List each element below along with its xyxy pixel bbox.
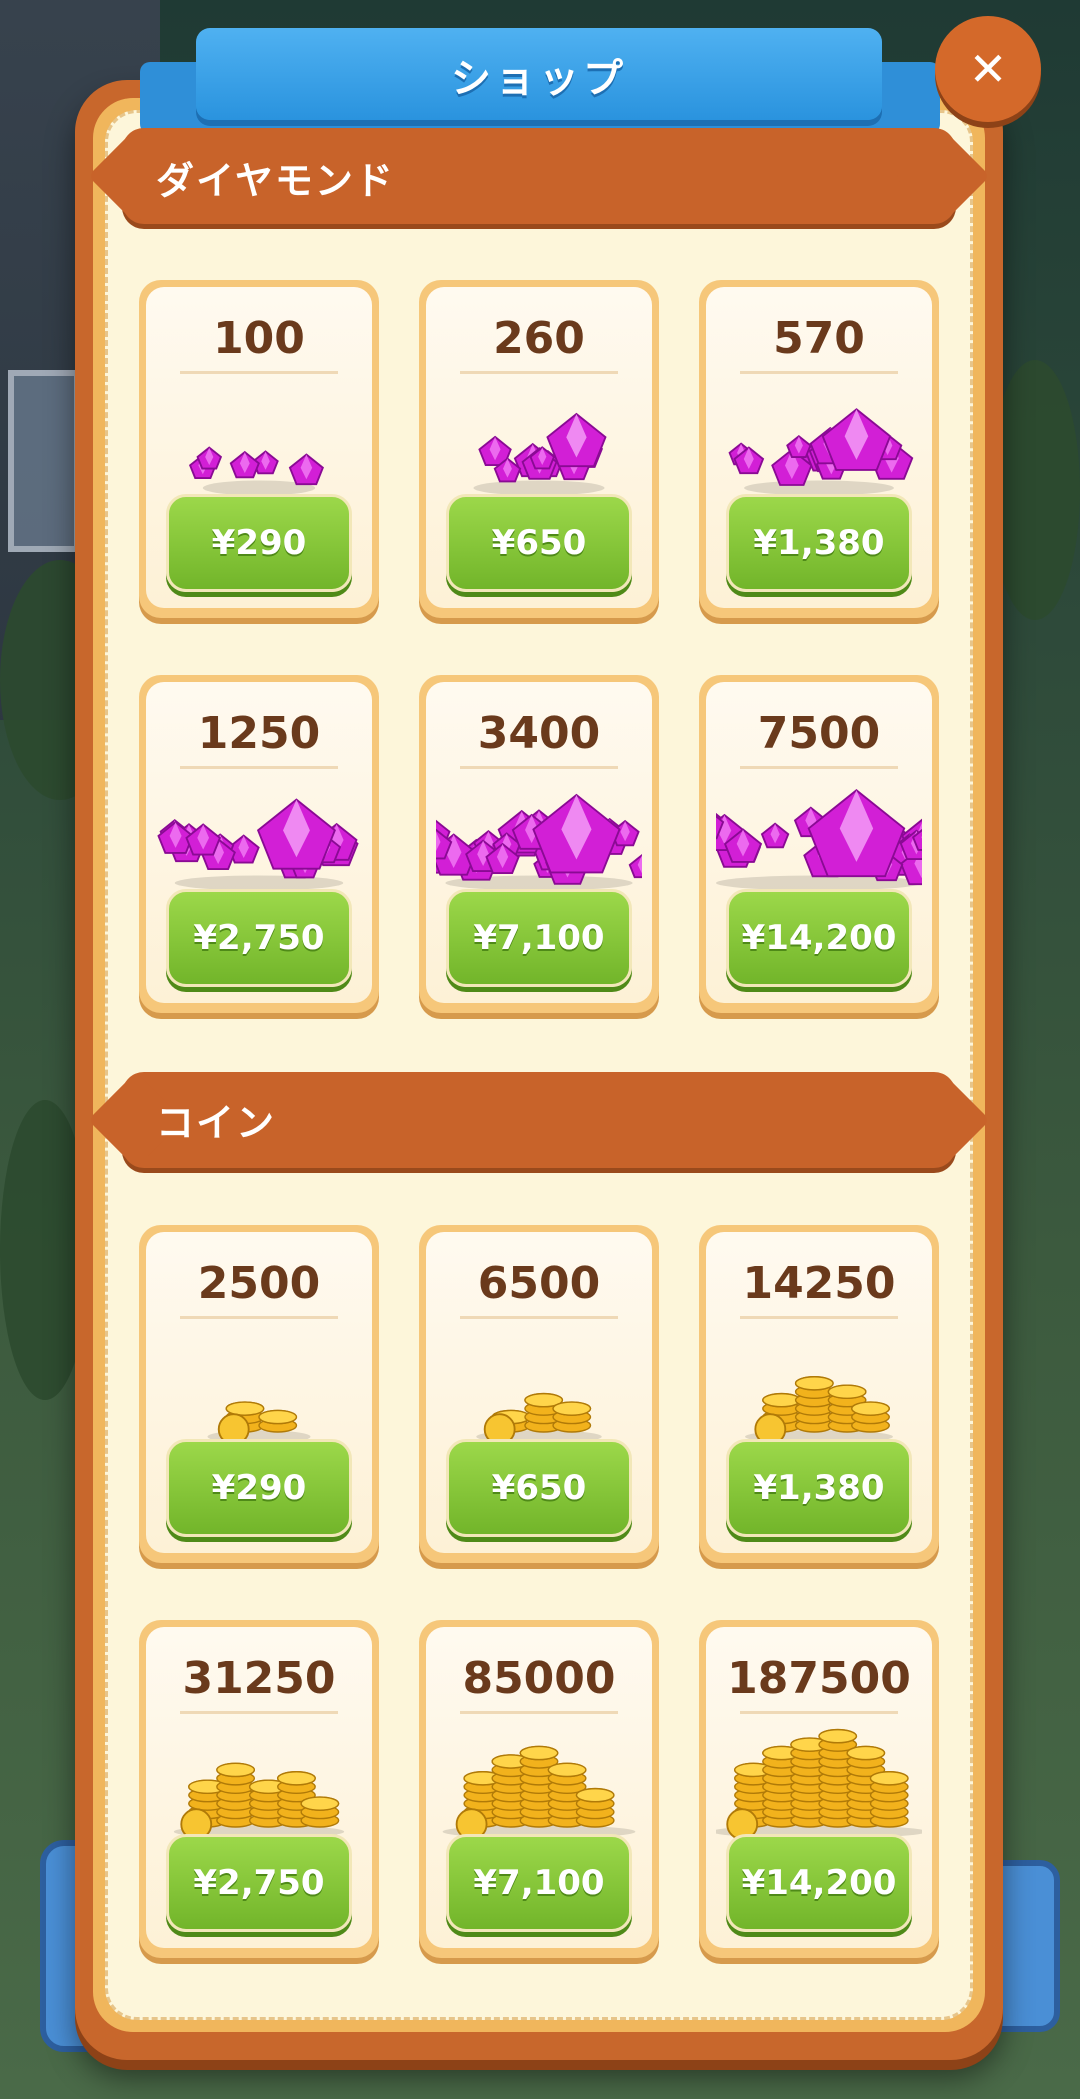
diamond-price: ¥1,380 [753,523,885,563]
coin-card[interactable]: 6500 ¥650 [419,1225,659,1563]
card-divider [460,1711,618,1714]
diamond-card-face: 100 ¥290 [146,287,372,608]
diamond-card-face: 3400 ¥7,100 [411,682,656,1003]
diamond-card-face: 570 ¥1,380 [706,287,932,608]
coin-buy-button[interactable]: ¥1,380 [726,1439,912,1537]
diamond-pile-icon [436,383,642,503]
diamond-card[interactable]: 7500 ¥14,200 [689,675,949,1013]
card-divider [180,371,338,374]
card-divider [740,1316,898,1319]
coin-card-face: 14250 ¥1,380 [706,1232,932,1553]
coin-card-face: 31250 ¥2,750 [146,1627,372,1948]
card-divider [180,1316,338,1319]
coin-price: ¥1,380 [753,1468,885,1508]
diamond-card[interactable]: 100 ¥290 [139,280,379,618]
coin-amount: 2500 [197,1258,321,1309]
coin-amount: 187500 [727,1653,911,1704]
section-title-diamonds: ダイヤモンド [156,159,395,203]
coin-card[interactable]: 14250 ¥1,380 [699,1225,939,1563]
diamond-buy-button[interactable]: ¥650 [446,494,632,592]
diamond-price: ¥650 [491,523,587,563]
coin-amount: 31250 [182,1653,336,1704]
coin-buy-button[interactable]: ¥2,750 [166,1834,352,1932]
diamond-buy-button[interactable]: ¥1,380 [726,494,912,592]
coin-card-face: 85000 ¥7,100 [426,1627,652,1948]
coin-card-face: 187500 ¥14,200 [706,1627,932,1948]
diamond-buy-button[interactable]: ¥7,100 [446,889,632,987]
coin-buy-button[interactable]: ¥7,100 [446,1834,632,1932]
diamond-price: ¥7,100 [473,918,605,958]
diamond-price: ¥2,750 [193,918,325,958]
coin-card-face: 2500 ¥290 [146,1232,372,1553]
section-title-coins: コイン [156,1101,277,1145]
coin-card-face: 6500 ¥650 [426,1232,652,1553]
card-divider [460,1316,618,1319]
background-bush [990,360,1080,620]
coin-stack-icon [436,1723,642,1843]
coin-stack-icon [156,1723,362,1843]
card-divider [180,766,338,769]
diamond-buy-button[interactable]: ¥2,750 [166,889,352,987]
diamond-price: ¥14,200 [741,918,897,958]
section-header-coins: コイン [122,1072,956,1168]
card-divider [740,766,898,769]
close-button[interactable]: ✕ [935,16,1041,122]
card-divider [180,1711,338,1714]
diamond-card[interactable]: 1250 ¥2,750 [139,675,379,1013]
diamond-amount: 570 [773,313,865,364]
diamond-amount: 260 [493,313,585,364]
coin-card[interactable]: 187500 ¥14,200 [699,1620,939,1958]
diamond-card-face: 260 ¥650 [426,287,652,608]
coin-card[interactable]: 85000 ¥7,100 [419,1620,659,1958]
section-header-diamonds: ダイヤモンド [122,128,956,224]
card-divider [740,1711,898,1714]
diamond-amount: 1250 [197,708,321,759]
coin-buy-button[interactable]: ¥14,200 [726,1834,912,1932]
close-icon: ✕ [968,42,1008,96]
card-divider [740,371,898,374]
diamond-pile-icon [411,778,656,898]
title-ribbon: ショップ [196,28,882,120]
coin-price: ¥2,750 [193,1863,325,1903]
coin-price: ¥7,100 [473,1863,605,1903]
diamond-card[interactable]: 260 ¥650 [419,280,659,618]
coin-buy-button[interactable]: ¥650 [446,1439,632,1537]
diamond-pile-icon [156,778,362,898]
diamond-amount: 100 [213,313,305,364]
coin-card[interactable]: 31250 ¥2,750 [139,1620,379,1958]
coin-amount: 85000 [462,1653,616,1704]
coin-buy-button[interactable]: ¥290 [166,1439,352,1537]
background-window [8,370,80,552]
diamond-pile-icon [716,383,922,503]
coin-price: ¥650 [491,1468,587,1508]
diamond-buy-button[interactable]: ¥290 [166,494,352,592]
coin-amount: 14250 [742,1258,896,1309]
diamond-pile-icon [156,383,362,503]
shop-title: ショップ [451,56,627,102]
coin-card[interactable]: 2500 ¥290 [139,1225,379,1563]
card-divider [460,371,618,374]
diamond-card[interactable]: 570 ¥1,380 [699,280,939,618]
diamond-card-face: 1250 ¥2,750 [146,682,372,1003]
diamond-card-face: 7500 ¥14,200 [689,682,949,1003]
card-divider [460,766,618,769]
diamond-buy-button[interactable]: ¥14,200 [726,889,912,987]
diamond-price: ¥290 [211,523,307,563]
coin-stack-icon [716,1328,922,1448]
diamond-pile-icon [689,778,949,898]
coin-stack-icon [711,1723,927,1843]
diamond-amount: 7500 [757,708,881,759]
diamond-amount: 3400 [477,708,601,759]
coin-stack-icon [156,1328,362,1448]
diamond-card[interactable]: 3400 ¥7,100 [411,675,659,1013]
coin-amount: 6500 [477,1258,601,1309]
coin-price: ¥290 [211,1468,307,1508]
coin-price: ¥14,200 [741,1863,897,1903]
coin-stack-icon [436,1328,642,1448]
